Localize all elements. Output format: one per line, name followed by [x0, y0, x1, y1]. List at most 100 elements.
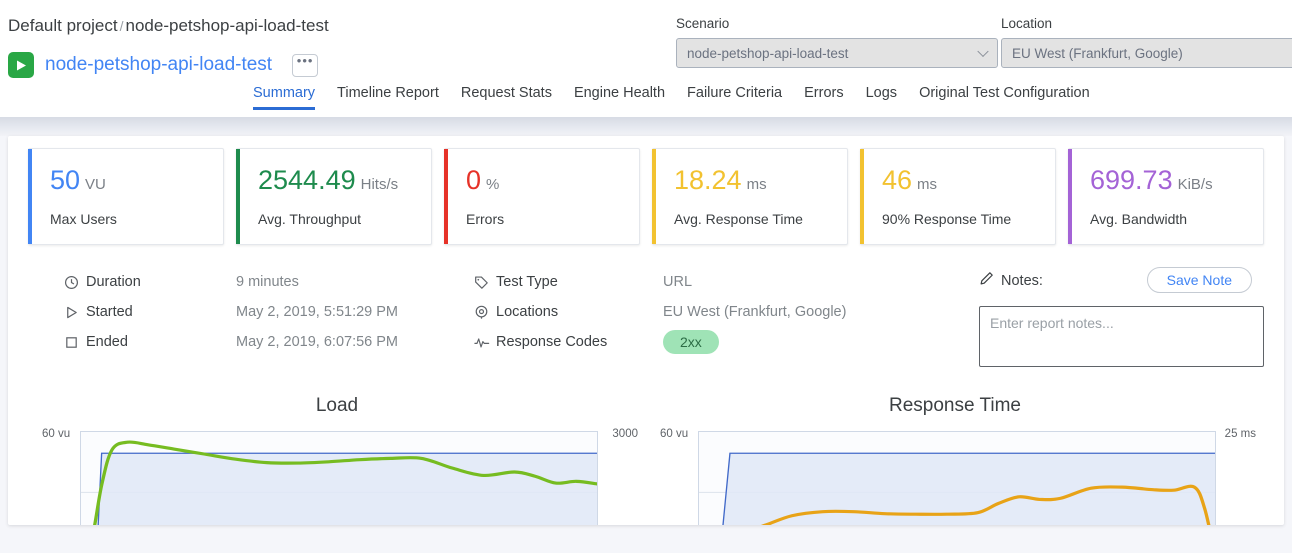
charts-row: Load 60 vu 3000 Response Time 60 vu 25 m…	[8, 395, 1284, 525]
detail-value: May 2, 2019, 6:07:56 PM	[236, 334, 399, 350]
stat-value: 18.24	[674, 165, 742, 195]
detail-key: Duration	[86, 274, 141, 290]
chart-body: 60 vu 25 ms	[646, 428, 1264, 525]
scenario-select[interactable]: node-petshop-api-load-test	[676, 38, 998, 68]
stat-value: 46	[882, 165, 913, 195]
detail-key: Locations	[496, 304, 559, 320]
detail-row-duration: Duration 9 minutes	[64, 267, 463, 297]
chart-load: Load 60 vu 3000	[28, 395, 646, 525]
accent-bar	[236, 149, 240, 244]
stat-unit: VU	[85, 176, 106, 193]
detail-key: Test Type	[496, 274, 558, 290]
location-field: Location EU West (Frankfurt, Google)	[1001, 16, 1292, 68]
detail-key: Response Codes	[496, 334, 608, 350]
details-column-timing: Duration 9 minutes Started May 2, 2019, …	[28, 267, 463, 395]
detail-row-test-type: Test Type URL	[474, 267, 973, 297]
tab-bar: Summary Timeline Report Request Stats En…	[0, 85, 1292, 117]
location-value: EU West (Frankfurt, Google)	[1012, 45, 1183, 61]
stat-unit: ms	[746, 176, 767, 193]
stat-label: Avg. Throughput	[258, 211, 362, 227]
vu-area	[98, 453, 597, 525]
location-label: Location	[1001, 16, 1053, 31]
chart-svg	[699, 452, 1215, 525]
stat-label: Max Users	[50, 211, 117, 227]
chart-title: Load	[315, 395, 359, 416]
notes-section: Notes: Save Note	[973, 267, 1264, 395]
activity-icon	[474, 335, 496, 350]
tab-errors[interactable]: Errors	[793, 85, 854, 110]
stat-value: 2544.49	[258, 165, 356, 195]
axis-right-label: 25 ms	[1224, 428, 1256, 440]
notes-header: Notes: Save Note	[979, 267, 1264, 295]
stop-square-icon	[64, 335, 86, 350]
stat-unit: %	[486, 176, 500, 193]
stat-card-90-response-time: 46 ms 90% Response Time	[860, 148, 1056, 245]
detail-key: Ended	[86, 334, 128, 350]
detail-key: Started	[86, 304, 133, 320]
stat-card-avg-throughput: 2544.49 Hits/s Avg. Throughput	[236, 148, 432, 245]
tab-engine-health[interactable]: Engine Health	[563, 85, 676, 110]
stat-card-max-users: 50 VU Max Users	[28, 148, 224, 245]
accent-bar	[860, 149, 864, 244]
axis-right-label: 3000	[612, 428, 638, 440]
scenario-field: Scenario node-petshop-api-load-test	[676, 16, 998, 68]
location-select[interactable]: EU West (Frankfurt, Google)	[1001, 38, 1292, 68]
test-title-link[interactable]: node-petshop-api-load-test	[45, 54, 272, 76]
stat-unit: KiB/s	[1177, 176, 1213, 193]
stat-card-row: 50 VU Max Users 2544.49 Hits/s Avg. Throug…	[8, 136, 1284, 245]
accent-bar	[28, 149, 32, 244]
status-badge: 2xx	[663, 330, 719, 354]
page-header: Default project / node-petshop-api-load-te…	[0, 0, 1292, 117]
breadcrumb-project[interactable]: Default project	[8, 16, 118, 35]
save-note-button[interactable]: Save Note	[1146, 267, 1252, 293]
breadcrumb: Default project / node-petshop-api-load-te…	[8, 16, 329, 36]
play-icon[interactable]	[8, 52, 34, 78]
stat-value: 0	[466, 165, 482, 195]
breadcrumb-separator: /	[119, 18, 124, 34]
stat-unit: Hits/s	[360, 176, 399, 193]
pencil-icon	[979, 271, 994, 291]
plot-area[interactable]	[80, 431, 598, 525]
stat-card-avg-response-time: 18.24 ms Avg. Response Time	[652, 148, 848, 245]
axis-left-label: 60 vu	[660, 428, 689, 440]
axis-left-label: 60 vu	[42, 428, 71, 440]
tab-request-stats[interactable]: Request Stats	[450, 85, 563, 110]
tab-timeline-report[interactable]: Timeline Report	[326, 85, 450, 110]
clock-icon	[64, 275, 86, 290]
accent-bar	[1068, 149, 1072, 244]
tab-original-test-configuration[interactable]: Original Test Configuration	[908, 85, 1101, 110]
tab-logs[interactable]: Logs	[855, 85, 908, 110]
stat-unit: ms	[917, 176, 938, 193]
breadcrumb-test[interactable]: node-petshop-api-load-test	[126, 16, 329, 35]
notes-label: Notes:	[1001, 273, 1043, 289]
stat-label: 90% Response Time	[882, 211, 1012, 227]
detail-row-ended: Ended May 2, 2019, 6:07:56 PM	[64, 327, 463, 357]
notes-textarea[interactable]	[979, 306, 1264, 367]
tab-summary[interactable]: Summary	[253, 85, 326, 110]
stat-label: Avg. Response Time	[674, 211, 803, 227]
detail-value: 9 minutes	[236, 274, 299, 290]
stat-value: 50	[50, 165, 81, 195]
test-title-row: node-petshop-api-load-test •••	[8, 52, 319, 78]
scenario-label: Scenario	[676, 16, 730, 31]
scenario-value: node-petshop-api-load-test	[687, 45, 849, 61]
test-details: Duration 9 minutes Started May 2, 2019, …	[8, 245, 1284, 395]
stat-card-errors: 0% Errors	[444, 148, 640, 245]
stat-card-avg-bandwidth: 699.73 KiB/s Avg. Bandwidth	[1068, 148, 1264, 245]
ellipsis-icon: •••	[296, 53, 314, 68]
detail-row-started: Started May 2, 2019, 5:51:29 PM	[64, 297, 463, 327]
play-outline-icon	[64, 305, 86, 320]
detail-row-locations: Locations EU West (Frankfurt, Google)	[474, 297, 973, 327]
detail-value: URL	[663, 274, 693, 290]
chart-svg	[81, 440, 597, 525]
detail-row-response-codes: Response Codes 2xx	[474, 327, 973, 357]
details-column-config: Test Type URL Locations EU West (Frankfu…	[463, 267, 973, 395]
chart-title: Response Time	[888, 395, 1021, 416]
more-actions-button[interactable]: •••	[292, 53, 319, 77]
chevron-down-icon	[977, 45, 989, 58]
chart-body: 60 vu 3000	[28, 428, 646, 525]
detail-value: EU West (Frankfurt, Google)	[663, 304, 847, 320]
tab-failure-criteria[interactable]: Failure Criteria	[676, 85, 793, 110]
plot-area[interactable]	[698, 431, 1216, 525]
map-pin-icon	[474, 305, 496, 320]
